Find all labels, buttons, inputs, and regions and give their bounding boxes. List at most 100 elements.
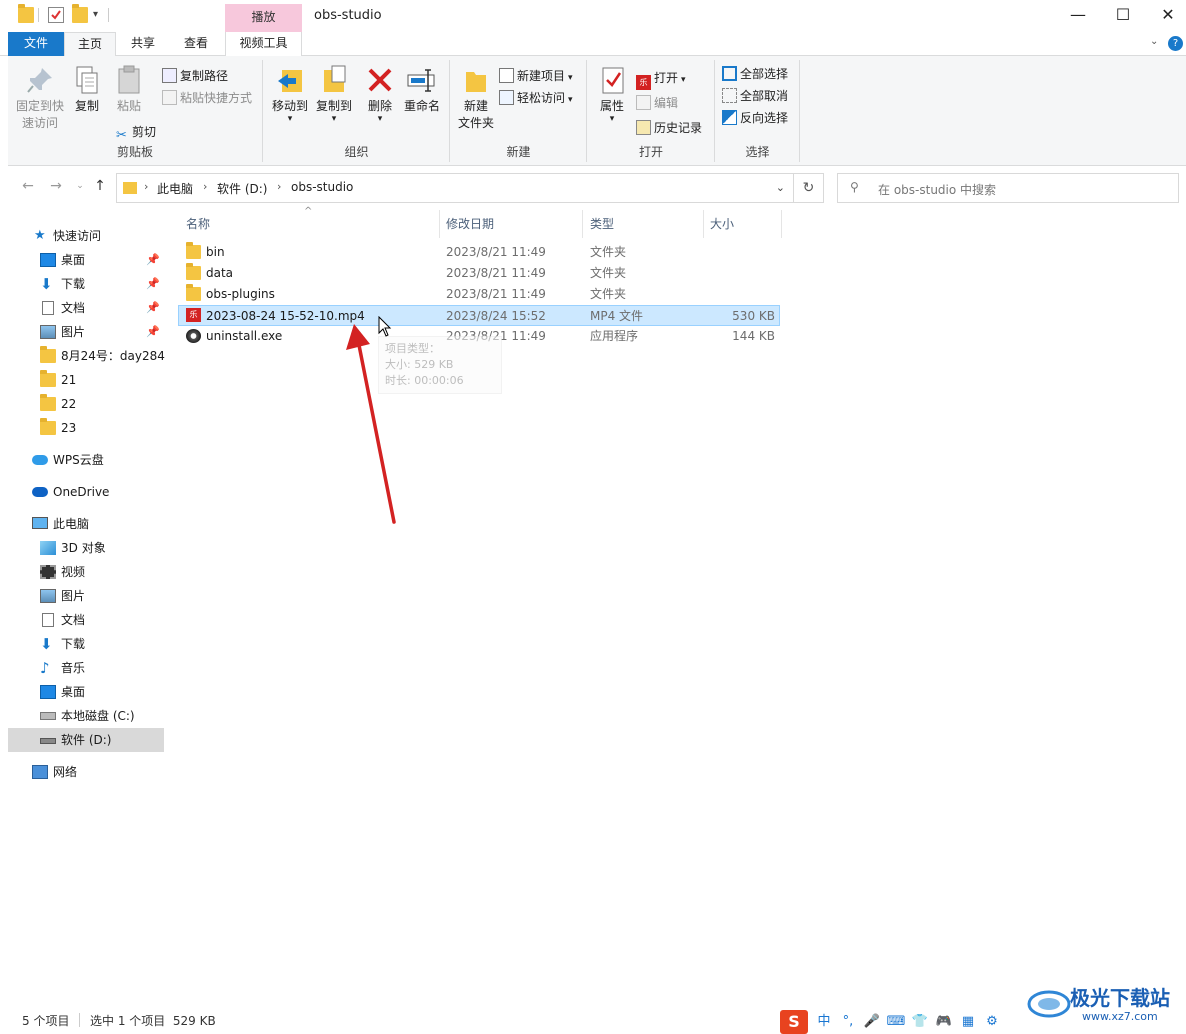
new-item-button[interactable]: 新建项目 ▾	[499, 66, 573, 86]
file-row[interactable]: bin 2023/8/21 11:49 文件夹	[178, 242, 780, 263]
new-folder-icon[interactable]	[72, 4, 88, 23]
tab-video-tools[interactable]: 视频工具	[225, 32, 302, 56]
nav-quick-folder-day284[interactable]: 8月24号：day284	[8, 344, 165, 368]
sogou-ime-icon[interactable]: S	[780, 1010, 808, 1034]
nav-quick-folder-23[interactable]: 23	[8, 416, 164, 440]
minimize-button[interactable]: —	[1055, 0, 1101, 32]
address-dropdown-icon[interactable]: ⌄	[776, 181, 785, 194]
copy-button[interactable]: 复制	[68, 64, 106, 115]
copy-path-button[interactable]: 复制路径	[162, 66, 228, 86]
easy-access-icon	[499, 90, 514, 105]
nav-quick-access[interactable]: ★ 快速访问	[8, 224, 164, 248]
up-arrow-icon[interactable]: ↑	[90, 176, 110, 196]
column-header-modified[interactable]: 修改日期	[438, 210, 583, 238]
tab-home[interactable]: 主页	[64, 32, 116, 57]
microphone-icon[interactable]: 🎤	[862, 1011, 882, 1033]
nav-pc-3d-objects[interactable]: 3D 对象	[8, 536, 164, 560]
nav-wps-cloud[interactable]: WPS云盘	[8, 448, 164, 472]
file-row[interactable]: data 2023/8/21 11:49 文件夹	[178, 263, 780, 284]
pin-icon[interactable]: 📌	[146, 320, 160, 344]
folder-icon	[40, 370, 56, 387]
forward-arrow-icon[interactable]: →	[46, 176, 66, 196]
nav-network[interactable]: 网络	[8, 760, 164, 784]
breadcrumb-drive-d[interactable]: 软件 (D:)	[217, 180, 267, 197]
close-button[interactable]: ✕	[1145, 0, 1186, 32]
nav-quick-folder-22[interactable]: 22	[8, 392, 164, 416]
maximize-button[interactable]: ☐	[1100, 0, 1146, 32]
delete-button[interactable]: 删除 ▾	[362, 64, 398, 124]
new-item-icon	[499, 68, 514, 83]
pin-icon[interactable]: 📌	[146, 296, 160, 320]
easy-access-button[interactable]: 轻松访问 ▾	[499, 88, 573, 108]
quick-access-dropdown-icon[interactable]: ▾	[93, 9, 98, 20]
nav-quick-documents[interactable]: 文档 📌	[8, 296, 164, 320]
history-button[interactable]: 历史记录	[636, 118, 702, 138]
pin-icon[interactable]: 📌	[146, 272, 160, 296]
keyboard-icon[interactable]: ⌨	[886, 1011, 906, 1033]
new-folder-button[interactable]: 新建 文件夹	[455, 64, 497, 132]
ime-punctuation-indicator[interactable]: °,	[838, 1011, 858, 1033]
pin-icon[interactable]: 📌	[146, 248, 160, 272]
address-bar[interactable]: › 此电脑 › 软件 (D:) › obs-studio ⌄	[116, 173, 794, 203]
nav-pc-downloads[interactable]: ⬇ 下载	[8, 632, 164, 656]
nav-pc-drive-d[interactable]: 软件 (D:)	[8, 728, 164, 752]
file-size: 530 KB	[732, 309, 775, 323]
move-to-button[interactable]: 移动到 ▾	[268, 64, 312, 124]
gamepad-icon[interactable]: 🎮	[934, 1011, 954, 1033]
nav-pc-pictures[interactable]: 图片	[8, 584, 164, 608]
copy-to-button[interactable]: 复制到 ▾	[312, 64, 356, 124]
nav-pc-drive-c[interactable]: 本地磁盘 (C:)	[8, 704, 164, 728]
column-header-type[interactable]: 类型	[582, 210, 704, 238]
properties-button[interactable]: 属性 ▾	[592, 64, 632, 124]
nav-onedrive[interactable]: OneDrive	[8, 480, 164, 504]
recent-locations-icon[interactable]: ⌄	[70, 176, 90, 196]
nav-quick-pictures[interactable]: 图片 📌	[8, 320, 164, 344]
toolbox-grid-icon[interactable]: ▦	[958, 1011, 978, 1033]
context-tab-play[interactable]: 播放	[225, 4, 302, 32]
column-header-name[interactable]: 名称	[178, 210, 440, 238]
nav-this-pc[interactable]: 此电脑	[8, 512, 164, 536]
history-label: 历史记录	[654, 121, 703, 135]
file-row[interactable]: obs-plugins 2023/8/21 11:49 文件夹	[178, 284, 780, 305]
search-input[interactable]: ⚲ 在 obs-studio 中搜索	[837, 173, 1179, 203]
rename-button[interactable]: 重命名	[400, 64, 444, 115]
search-icon: ⚲	[850, 180, 859, 194]
nav-pc-desktop[interactable]: 桌面	[8, 680, 164, 704]
edit-button[interactable]: 编辑	[636, 93, 678, 113]
cut-button[interactable]: ✂ 剪切	[114, 122, 156, 143]
paste-icon	[113, 64, 145, 96]
collapse-ribbon-icon[interactable]: ⌄	[1150, 36, 1158, 47]
nav-pc-documents[interactable]: 文档	[8, 608, 164, 632]
nav-pc-music[interactable]: ♪ 音乐	[8, 656, 164, 680]
pin-quick-access-button[interactable]: 固定到快 速访问	[12, 64, 68, 132]
folder-icon	[40, 394, 56, 411]
select-none-button[interactable]: 全部取消	[722, 86, 788, 106]
folder-icon	[40, 346, 56, 363]
ime-mode-indicator[interactable]: 中	[814, 1011, 834, 1033]
help-icon[interactable]: ?	[1168, 36, 1183, 51]
select-all-button[interactable]: 全部选择	[722, 64, 788, 84]
properties-check-icon[interactable]	[48, 7, 64, 23]
settings-gear-icon[interactable]: ⚙	[982, 1011, 1002, 1033]
paste-button[interactable]: 粘贴	[108, 64, 150, 115]
tab-file[interactable]: 文件	[8, 32, 64, 56]
nav-pc-videos[interactable]: 视频	[8, 560, 164, 584]
skin-shirt-icon[interactable]: 👕	[910, 1011, 930, 1033]
nav-quick-folder-21[interactable]: 21	[8, 368, 164, 392]
open-button[interactable]: 乐打开 ▾	[636, 68, 686, 90]
watermark-text: 极光下载站	[1070, 986, 1170, 1010]
invert-selection-button[interactable]: 反向选择	[722, 108, 788, 128]
nav-quick-desktop[interactable]: 桌面 📌	[8, 248, 164, 272]
nav-quick-downloads[interactable]: ⬇ 下载 📌	[8, 272, 164, 296]
tab-view[interactable]: 查看	[170, 32, 222, 56]
file-type: 文件夹	[590, 245, 627, 259]
easy-access-label: 轻松访问	[517, 91, 566, 105]
breadcrumb-this-pc[interactable]: 此电脑	[157, 180, 193, 197]
breadcrumb-obs-studio[interactable]: obs-studio	[291, 180, 353, 194]
back-arrow-icon[interactable]: ←	[18, 176, 38, 196]
refresh-icon[interactable]: ↻	[794, 173, 824, 203]
file-row-selected[interactable]: 乐 2023-08-24 15-52-10.mp4 2023/8/24 15:5…	[178, 305, 780, 326]
paste-shortcut-button[interactable]: 粘贴快捷方式	[162, 88, 252, 108]
tab-share[interactable]: 共享	[118, 32, 168, 56]
column-header-size[interactable]: 大小	[702, 210, 782, 238]
